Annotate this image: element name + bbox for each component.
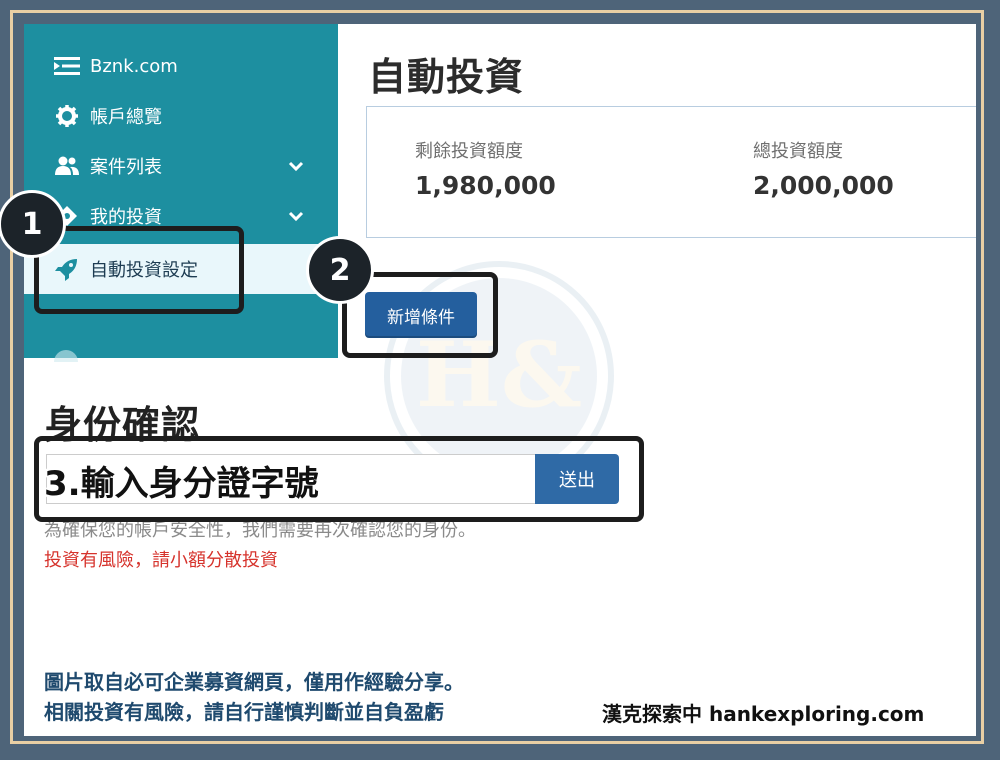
step1-badge: 1: [0, 190, 66, 258]
sidebar-item-label: 案件列表: [90, 157, 162, 178]
sidebar-item-case-list[interactable]: 案件列表: [24, 142, 338, 190]
footer-disclaimer-line2: 相關投資有風險，請自行謹慎判斷並自負盈虧: [44, 700, 444, 724]
remaining-quota-label: 剩餘投資額度: [415, 141, 523, 162]
step1-highlight-box: [34, 226, 244, 314]
total-quota-label: 總投資額度: [753, 141, 843, 162]
sidebar-next-item-partial: [54, 350, 78, 362]
step3-highlight-box: [34, 436, 644, 522]
remaining-quota-value: 1,980,000: [415, 171, 556, 200]
chevron-down-icon[interactable]: [288, 156, 304, 177]
list-icon: [54, 53, 80, 79]
page-title: 自動投資: [368, 55, 525, 99]
sidebar-item-account-overview[interactable]: 帳戶總覽: [24, 92, 338, 140]
chevron-down-icon[interactable]: [288, 206, 304, 227]
sidebar-item-label: Bznk.com: [90, 55, 178, 77]
gear-icon: [54, 103, 80, 129]
footer-brand: 漢克探索中 hankexploring.com: [602, 702, 925, 726]
investment-summary-card: 剩餘投資額度 1,980,000 總投資額度 2,000,000: [366, 106, 976, 238]
footer-disclaimer-line1: 圖片取自必可企業募資網頁，僅用作經驗分享。: [44, 670, 464, 694]
screenshot-canvas: H& Bznk.com 帳戶總覽 案件列表 我的投資 自動投資設定 自動投資 剩…: [24, 24, 976, 736]
step2-badge: 2: [306, 236, 374, 304]
sidebar-item-brand[interactable]: Bznk.com: [24, 42, 338, 90]
risk-warning-text: 投資有風險，請小額分散投資: [44, 550, 278, 571]
sidebar-item-label: 帳戶總覽: [90, 107, 162, 128]
total-quota-value: 2,000,000: [753, 171, 894, 200]
users-icon: [54, 153, 80, 179]
